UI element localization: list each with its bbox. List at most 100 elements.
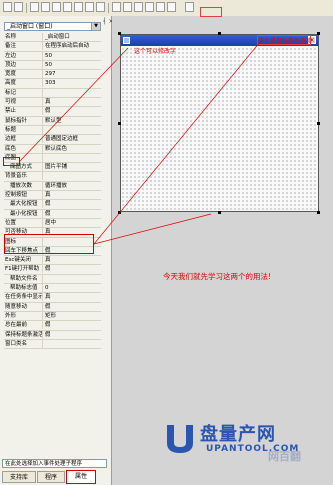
property-row[interactable]: 位置 居中 [4,218,102,229]
resize-handle[interactable] [218,32,221,35]
property-value[interactable]: 真 [44,256,102,264]
property-row[interactable]: 帮助标志值 0 [4,284,102,294]
property-row[interactable]: 随意移动假 [4,302,102,312]
property-row-maximize[interactable]: 最大化按钮假 [4,200,102,210]
align-left-icon[interactable] [112,2,121,12]
property-row[interactable]: 名称 _启动窗口 [4,33,102,43]
property-row[interactable]: 控制按钮真 [4,191,102,201]
property-value[interactable]: 真 [44,191,102,199]
chevron-down-icon[interactable]: ▼ [91,23,100,30]
property-value[interactable] [44,275,102,283]
property-value[interactable] [44,340,102,348]
property-value[interactable]: 默认型 [44,117,102,125]
property-value[interactable]: 假 [44,331,102,339]
property-value[interactable]: 在程序启动后自动 [44,42,102,50]
property-value[interactable] [44,172,102,180]
event-selector[interactable]: 在此处选择加入事件处理子程序 [2,459,107,468]
tab-support-lib[interactable]: 支持库 [2,471,36,483]
property-value[interactable] [44,154,102,162]
property-value[interactable]: 真 [44,98,102,106]
property-row[interactable]: 标记 [4,88,102,99]
align-right-icon[interactable] [134,2,143,12]
property-row[interactable]: Esc键关闭真 [4,256,102,266]
property-row[interactable]: 在任务条中显示真 [4,293,102,303]
open-file-icon[interactable] [14,2,23,12]
toolbar-separator [108,3,109,13]
property-row[interactable]: 高度 303 [4,79,102,89]
property-row[interactable]: 鼠标指针 默认型 [4,116,102,126]
save-icon[interactable] [30,2,39,12]
property-key: 宽度 [4,70,43,79]
tab-label: 支持库 [9,474,28,481]
property-row[interactable]: 背景音乐 [4,172,102,182]
property-row[interactable]: F1键打开帮助假 [4,265,102,275]
property-key: F1键打开帮助 [4,265,43,274]
resize-handle[interactable] [118,122,121,125]
property-row[interactable]: 宽度 297 [4,70,102,80]
property-value[interactable]: 循环播放 [44,182,102,190]
property-key: 备注 [4,42,43,51]
find-icon[interactable] [96,2,105,12]
property-key: 鼠标指针 [4,116,43,125]
property-value[interactable]: 假 [44,200,102,208]
undo-icon[interactable] [74,2,83,12]
property-row[interactable]: 左边 50 [4,51,102,61]
property-value[interactable]: 303 [44,79,102,87]
property-value[interactable]: 0 [44,284,102,292]
property-value[interactable]: 50 [44,52,102,60]
property-row[interactable]: 禁止假 [4,107,102,117]
object-selector[interactable]: _启动窗口 (窗口) ▼ [4,22,101,31]
run-icon[interactable] [156,2,165,12]
tab-label: 属性 [74,473,87,480]
property-value[interactable]: 假 [44,265,102,273]
property-value[interactable]: 50 [44,61,102,69]
property-value[interactable]: 居中 [44,219,102,227]
resize-handle[interactable] [317,122,320,125]
property-value[interactable] [44,126,102,134]
resize-handle[interactable] [118,32,121,35]
property-value[interactable]: 297 [44,70,102,78]
property-row[interactable]: 边框 普通固定边框 [4,135,102,145]
new-file-icon[interactable] [3,2,12,12]
paste-icon[interactable] [63,2,72,12]
property-value[interactable]: 假 [44,321,102,329]
property-row[interactable]: 保持标题条激活假 [4,330,102,340]
property-value[interactable]: 图片平铺 [44,163,102,171]
resize-handle[interactable] [317,32,320,35]
tab-program[interactable]: 程序 [37,471,65,483]
property-row-minimize[interactable]: 最小化按钮假 [4,209,102,219]
property-row[interactable]: 窗口类名 [4,339,102,350]
property-value[interactable]: 假 [44,303,102,311]
property-row[interactable]: 底色 默认底色 [4,144,102,154]
property-row[interactable]: 可视真 [4,98,102,108]
event-selector-text: 在此处选择加入事件处理子程序 [5,461,83,467]
property-row-title[interactable]: 标题 [4,125,102,136]
resize-handle[interactable] [317,211,320,214]
property-row[interactable]: 顶边 50 [4,60,102,71]
redo-icon[interactable] [85,2,94,12]
property-row[interactable]: 播放次数 循环播放 [4,181,102,192]
property-value[interactable]: 矩形 [44,312,102,320]
property-value[interactable]: 普通固定边框 [44,135,102,143]
resize-handle[interactable] [118,211,121,214]
help-icon[interactable] [185,2,194,12]
property-value[interactable] [44,89,102,97]
align-center-icon[interactable] [123,2,132,12]
form-window[interactable]: ✕ [120,34,319,212]
property-row[interactable]: 外形 矩形 [4,311,102,322]
resize-handle[interactable] [218,211,221,214]
property-value[interactable]: 默认底色 [44,145,102,153]
property-value[interactable]: 假 [44,107,102,115]
property-value[interactable]: _启动窗口 [44,33,102,41]
stop-icon[interactable] [167,2,176,12]
property-row[interactable]: 帮助文件名 [4,274,102,285]
layout-icon[interactable] [145,2,154,12]
property-row[interactable]: 总在最前假 [4,321,102,331]
property-value[interactable]: 真 [44,293,102,301]
property-row[interactable]: 备注 在程序启动后自动 [4,42,102,52]
copy-icon[interactable] [52,2,61,12]
cut-icon[interactable] [41,2,50,12]
property-key: 最小化按钮 [4,209,43,218]
tab-properties[interactable]: 属性 [66,470,96,484]
property-value[interactable]: 假 [44,210,102,218]
